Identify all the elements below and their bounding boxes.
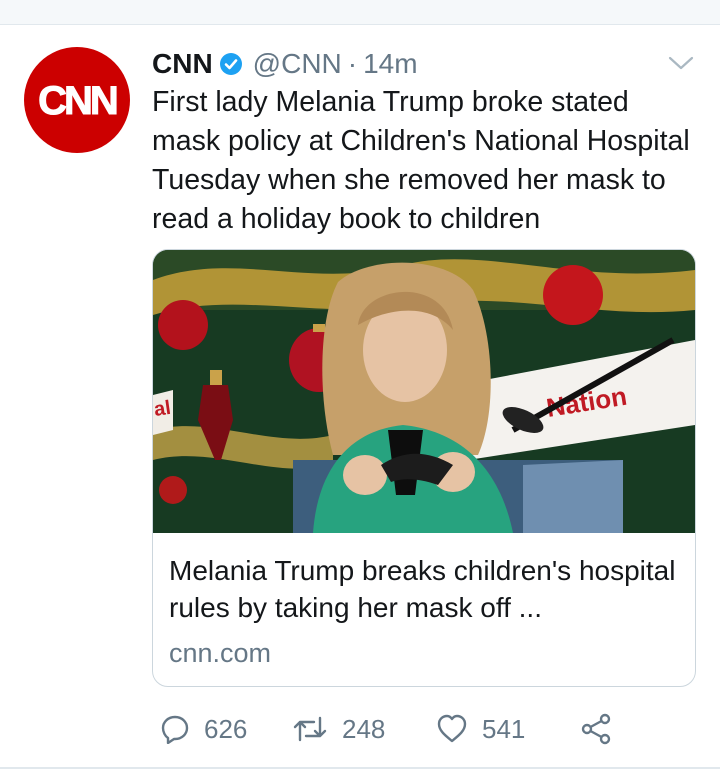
retweet-count: 248 (342, 713, 386, 744)
avatar[interactable]: CNN (24, 47, 130, 153)
chevron-down-icon[interactable] (667, 51, 695, 75)
link-card[interactable]: Nation al Melania Trump breaks children'… (152, 249, 696, 687)
reply-icon (161, 715, 189, 744)
tweet-timestamp[interactable]: 14m (363, 48, 417, 80)
cnn-logo: CNN (38, 79, 121, 124)
share-icon (581, 713, 611, 745)
verified-badge-icon (219, 53, 242, 75)
reply-button[interactable]: 626 (160, 709, 247, 749)
banner-fragment: al (153, 397, 172, 421)
retweet-icon (293, 716, 327, 742)
tweet-text: First lady Melania Trump broke stated ma… (152, 86, 690, 235)
cnn-logo-text: CNN (38, 79, 117, 123)
reply-count: 626 (204, 713, 248, 744)
retweet-button[interactable]: 248 (292, 709, 385, 749)
author-name[interactable]: CNN (152, 48, 213, 80)
card-image[interactable]: Nation al (153, 250, 695, 533)
like-count: 541 (482, 713, 526, 744)
timeline-top-separator (0, 0, 720, 25)
separator-dot: · (347, 48, 358, 79)
tweet-actions: 626 248 541 (152, 709, 632, 749)
card-domain: cnn.com (169, 638, 272, 668)
author-handle[interactable]: @CNN (253, 48, 342, 80)
share-button[interactable] (580, 709, 612, 749)
tweet[interactable]: CNN CNN @CNN · 14m First lady Melania Tr… (0, 25, 720, 769)
card-title: Melania Trump breaks children's hospital… (169, 555, 676, 623)
like-button[interactable]: 541 (436, 709, 525, 749)
like-icon (437, 714, 467, 743)
tweet-header: CNN @CNN · 14m (152, 46, 418, 82)
